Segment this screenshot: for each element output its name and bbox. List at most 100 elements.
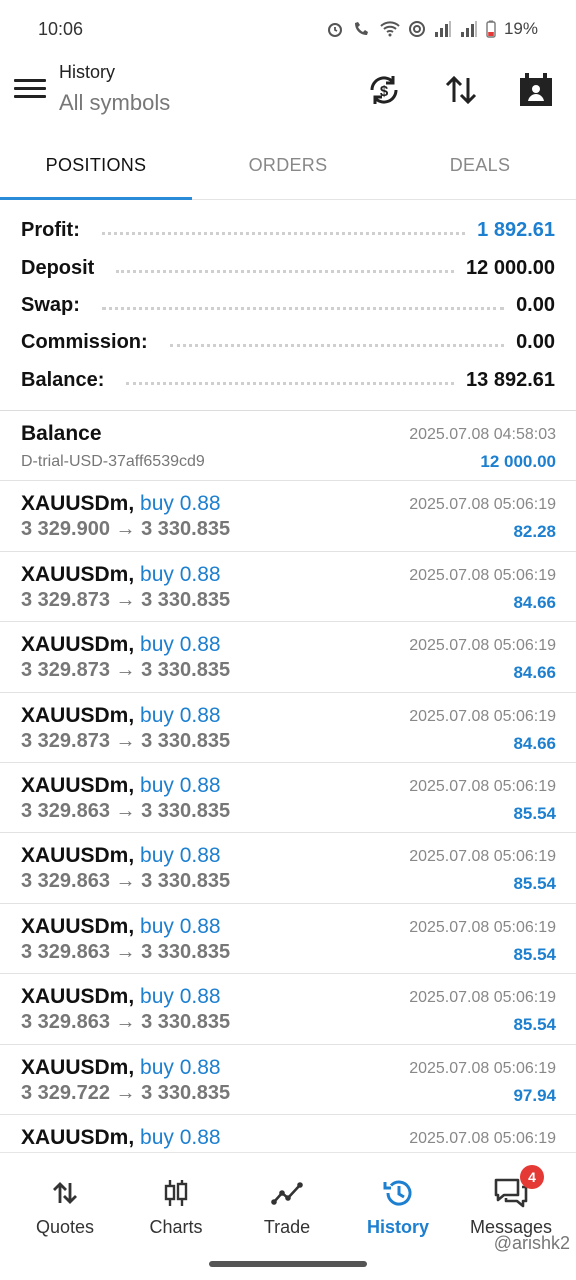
summary-label: Commission: <box>21 331 158 355</box>
nav-charts[interactable]: Charts <box>121 1173 231 1238</box>
status-bar: 10:06 19% <box>0 0 576 60</box>
quotes-icon <box>53 1182 77 1204</box>
summary-row-swap: Swap: 0.00 <box>0 287 576 324</box>
balance-time: 2025.07.08 04:58:03 <box>409 426 556 443</box>
nav-label: Charts <box>149 1217 203 1237</box>
summary-value: 1 892.61 <box>477 219 555 242</box>
deal-profit: 85.54 <box>513 1015 556 1035</box>
unread-badge: 4 <box>520 1165 544 1189</box>
battery-icon <box>486 20 496 38</box>
deal-row[interactable]: XAUUSDm, buy 0.88 3 329.863 → 3 330.835 … <box>0 833 576 904</box>
sort-button[interactable] <box>441 70 481 110</box>
deal-symbol: XAUUSDm, <box>21 492 135 516</box>
deal-symbol-line: XAUUSDm, buy 0.88 <box>21 985 221 1009</box>
nav-messages[interactable]: 4 Messages <box>456 1165 566 1238</box>
deal-symbol: XAUUSDm, <box>21 562 135 586</box>
nav-label: Trade <box>263 1217 311 1237</box>
deal-row[interactable]: XAUUSDm, buy 0.88 3 329.863 → 3 330.835 … <box>0 763 576 834</box>
deal-type: buy 0.88 <box>140 1055 221 1079</box>
summary-label: Swap: <box>21 293 90 317</box>
summary-label: Deposit <box>21 256 105 280</box>
deal-symbol: XAUUSDm, <box>21 703 135 727</box>
deal-symbol: XAUUSDm, <box>21 914 135 938</box>
deal-type: buy 0.88 <box>140 773 221 797</box>
signal-icon <box>460 21 477 37</box>
deal-symbol: XAUUSDm, <box>21 1055 135 1079</box>
deal-type: buy 0.88 <box>140 492 221 516</box>
deal-symbol: XAUUSDm, <box>21 1125 135 1149</box>
symbol-filter[interactable]: All symbols <box>59 90 170 116</box>
deal-time: 2025.07.08 05:06:19 <box>409 777 556 795</box>
calendar-button[interactable] <box>516 70 556 110</box>
svg-text:$: $ <box>380 83 389 100</box>
deal-time: 2025.07.08 05:06:19 <box>409 1129 556 1147</box>
tab-orders[interactable]: ORDERS <box>192 136 384 199</box>
deal-row[interactable]: XAUUSDm, buy 0.88 3 329.900 → 3 330.835 … <box>0 481 576 552</box>
tab-positions[interactable]: POSITIONS <box>0 136 192 200</box>
summary-row-profit: Profit: 1 892.61 <box>0 212 576 249</box>
deal-profit: 84.66 <box>513 733 556 753</box>
deal-row[interactable]: XAUUSDm, buy 0.88 3 329.873 → 3 330.835 … <box>0 552 576 623</box>
wifi-calling-icon <box>354 22 368 35</box>
deal-time: 2025.07.08 05:06:19 <box>409 1059 556 1077</box>
deal-prices: 3 329.863 → 3 330.835 <box>21 940 231 963</box>
nav-trade[interactable]: Trade <box>232 1173 342 1238</box>
deal-time: 2025.07.08 05:06:19 <box>409 989 556 1007</box>
deal-row[interactable]: XAUUSDm, buy 0.88 3 329.722 → 3 330.835 … <box>0 1045 576 1115</box>
balance-comment: D-trial-USD-37aff6539cd9 <box>21 453 205 470</box>
tab-bar: POSITIONS ORDERS DEALS <box>0 136 576 200</box>
deal-symbol-line: XAUUSDm, buy 0.88 <box>21 1056 221 1080</box>
deal-row[interactable]: XAUUSDm, buy 0.88 3 329.863 → 3 330.835 … <box>0 974 576 1045</box>
deal-symbol-line: XAUUSDm, buy 0.88 <box>21 704 221 728</box>
summary-panel: Profit: 1 892.61 Deposit 12 000.00 Swap:… <box>0 212 576 399</box>
deal-time: 2025.07.08 05:06:19 <box>409 707 556 725</box>
tab-deals[interactable]: DEALS <box>384 136 576 199</box>
deal-symbol-line: XAUUSDm, buy 0.88 <box>21 844 221 868</box>
deal-symbol-line: XAUUSDm, buy 0.88 <box>21 774 221 798</box>
deal-symbol-line: XAUUSDm, buy 0.88 <box>21 1126 221 1150</box>
wifi-icon <box>380 21 400 37</box>
deal-time: 2025.07.08 05:06:19 <box>409 848 556 866</box>
summary-label: Profit: <box>21 219 90 243</box>
deal-symbol: XAUUSDm, <box>21 633 135 657</box>
deal-type: buy 0.88 <box>140 1125 221 1149</box>
deal-time: 2025.07.08 05:06:19 <box>409 566 556 584</box>
deal-time: 2025.07.08 05:06:19 <box>409 918 556 936</box>
deal-row[interactable]: XAUUSDm, buy 0.88 3 329.873 → 3 330.835 … <box>0 693 576 763</box>
deal-prices: 3 329.873 → 3 330.835 <box>21 729 231 752</box>
dotted-leader <box>116 269 455 273</box>
deal-symbol: XAUUSDm, <box>21 773 135 797</box>
sort-icon <box>445 75 477 105</box>
history-icon <box>383 1180 412 1206</box>
nav-label: Quotes <box>35 1217 95 1237</box>
summary-row-commission: Commission: 0.00 <box>0 324 576 361</box>
dotted-leader <box>169 344 505 348</box>
deal-profit: 82.28 <box>513 522 556 542</box>
summary-value: 12 000.00 <box>466 256 555 279</box>
deal-row[interactable]: XAUUSDm, buy 0.88 3 329.863 → 3 330.835 … <box>0 904 576 975</box>
hotspot-icon <box>408 21 425 37</box>
deal-symbol: XAUUSDm, <box>21 985 135 1009</box>
deal-symbol-line: XAUUSDm, buy 0.88 <box>21 492 221 516</box>
deal-symbol-line: XAUUSDm, buy 0.88 <box>21 915 221 939</box>
refresh-currency-icon: $ <box>370 76 398 104</box>
menu-button[interactable] <box>14 74 46 104</box>
refresh-currency-button[interactable]: $ <box>364 70 404 110</box>
nav-quotes[interactable]: Quotes <box>10 1173 120 1238</box>
deal-prices: 3 329.863 → 3 330.835 <box>21 1011 231 1034</box>
deal-profit: 85.54 <box>513 944 556 964</box>
trade-icon <box>271 1182 303 1205</box>
app-bar: History All symbols $ <box>0 60 576 128</box>
deal-row[interactable]: XAUUSDm, buy 0.88 3 329.873 → 3 330.835 … <box>0 622 576 693</box>
deal-symbol-line: XAUUSDm, buy 0.88 <box>21 563 221 587</box>
balance-amount: 12 000.00 <box>480 452 556 471</box>
status-icons: 19% <box>326 19 538 39</box>
nav-label: History <box>366 1217 429 1237</box>
gesture-bar[interactable] <box>209 1261 367 1267</box>
nav-history[interactable]: History <box>343 1173 453 1238</box>
deal-prices: 3 329.863 → 3 330.835 <box>21 870 231 893</box>
deal-type: buy 0.88 <box>140 844 221 868</box>
deal-type: buy 0.88 <box>140 562 221 586</box>
deal-type: buy 0.88 <box>140 633 221 657</box>
balance-row[interactable]: Balance D-trial-USD-37aff6539cd9 2025.07… <box>0 411 576 482</box>
